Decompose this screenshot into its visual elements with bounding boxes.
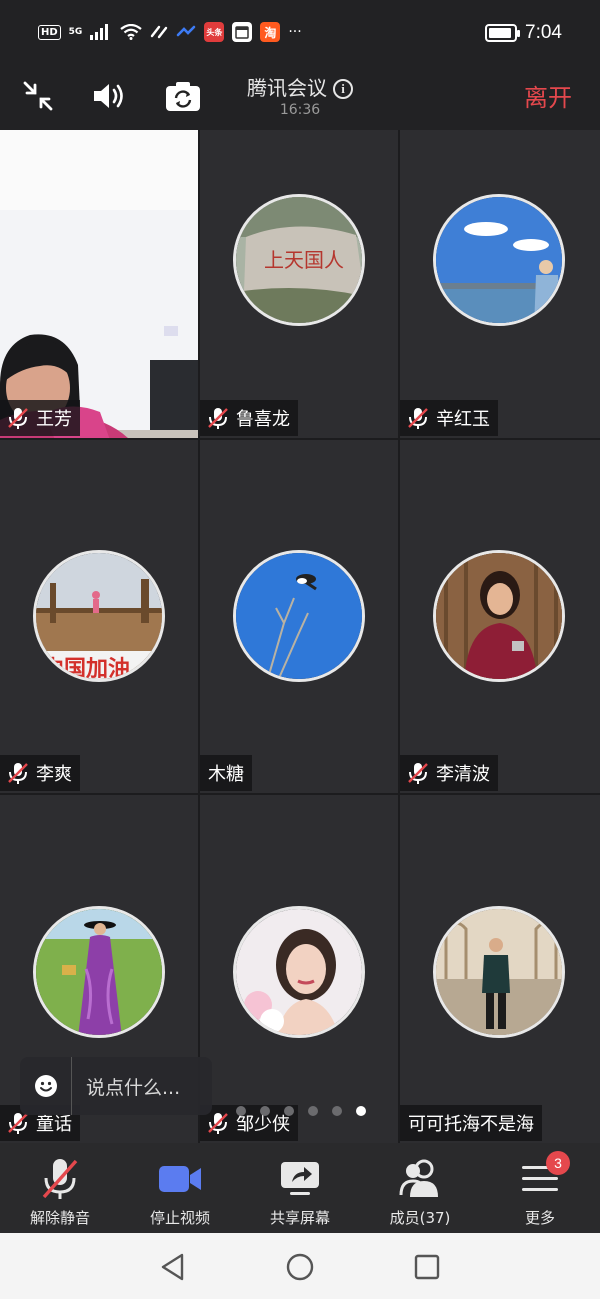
unmute-button[interactable]: 解除静音 [0,1143,120,1233]
video-camera-icon [158,1157,202,1201]
chat-input[interactable]: 说点什么... [20,1057,212,1115]
mic-muted-icon [6,406,30,430]
recents-icon [414,1254,440,1280]
clock: 7:04 [525,22,562,43]
more-button[interactable]: 3 更多 [480,1143,600,1233]
mic-muted-icon [6,761,30,785]
home-button[interactable] [285,1252,315,1282]
participant-name-tag: 鲁喜龙 [200,400,298,436]
participant-tile[interactable]: 上天国人 鲁喜龙 [200,130,400,440]
calendar-app-icon [232,22,253,42]
participant-name-tag: 辛红玉 [400,400,498,436]
portrait-avatar [233,906,365,1038]
network-type: 5G [68,26,83,37]
avatar-caption: 中国加油 [42,657,130,682]
participant-grid: 王芳 上天国人 鲁喜龙 辛红玉 中国加油 李爽 木糖 李清波 童话 邹少侠 可可… [0,130,600,1143]
video-frame-person [0,130,198,438]
wifi-icon [120,24,143,40]
link-icon [151,25,168,39]
woman-red-avatar [433,550,565,682]
participant-name: 木糖 [208,764,244,785]
page-dot[interactable] [308,1106,318,1116]
participant-tile[interactable]: 木糖 [200,440,400,795]
status-right: 7:04 [485,22,562,44]
stop-video-label: 停止视频 [149,1209,210,1227]
lake-avatar [433,194,565,326]
participant-name-tag: 木糖 [200,755,252,791]
meeting-title-text: 腾讯会议 [247,76,327,100]
man-hall-avatar [433,906,565,1038]
page-dot[interactable] [332,1106,342,1116]
chat-placeholder: 说点什么... [86,1076,181,1099]
hd-indicator: HD [38,24,61,40]
meeting-header: 腾讯会议 i 16:36 离开 [0,68,600,130]
bird-avatar [233,550,365,682]
participant-name: 李爽 [36,764,72,785]
members-label: 成员(37) [389,1209,451,1227]
camera-video [0,130,198,438]
mic-muted-icon [206,406,230,430]
emoji-icon [34,1075,57,1097]
recents-button[interactable] [412,1252,442,1282]
purple-dress-avatar [33,906,165,1038]
participant-name: 辛红玉 [436,409,490,430]
participant-tile[interactable]: 辛红玉 [400,130,600,440]
members-button[interactable]: 成员(37) [360,1143,480,1233]
mic-muted-icon [406,761,430,785]
signal-icon [90,24,109,40]
cloud-icon [177,25,196,37]
stop-video-button[interactable]: 停止视频 [120,1143,240,1233]
leave-button[interactable]: 离开 [524,78,572,113]
participant-name: 鲁喜龙 [236,409,290,430]
page-indicator[interactable] [236,1106,366,1116]
rock-avatar: 上天国人 [233,194,365,326]
participant-name-tag: 王芳 [0,400,80,436]
system-nav-bar [0,1233,600,1299]
page-dot-active[interactable] [356,1106,366,1116]
toutiao-app-icon: 头条 [204,22,225,42]
members-icon [398,1157,442,1201]
more-label: 更多 [524,1209,555,1227]
info-icon[interactable]: i [333,79,353,99]
participant-name-tag: 可可托海不是海 [400,1105,542,1141]
status-bar: HD 5G 头条 淘 ··· 7:04 [0,0,600,68]
share-screen-button[interactable]: 共享屏幕 [240,1143,360,1233]
back-button[interactable] [158,1252,188,1282]
back-icon [161,1253,184,1281]
participant-tile[interactable]: 中国加油 李爽 [0,440,200,795]
participant-name: 王芳 [36,409,72,430]
page-dot[interactable] [284,1106,294,1116]
page-dot[interactable] [236,1106,246,1116]
mic-muted-icon [206,1111,230,1135]
participant-name: 李清波 [436,764,490,785]
participant-name-tag: 李清波 [400,755,498,791]
battery-level [489,28,511,38]
meeting-title[interactable]: 腾讯会议 i [0,72,600,101]
svg-text:上天国人: 上天国人 [264,248,344,272]
participant-name: 可可托海不是海 [408,1114,534,1135]
battery-icon [485,24,521,42]
meeting-timer: 16:36 [279,102,321,118]
participant-name-tag: 李爽 [0,755,80,791]
emoji-button[interactable] [20,1057,72,1115]
participant-tile[interactable]: 邹少侠 [200,795,400,1143]
taobao-app-icon: 淘 [260,22,281,42]
meeting-toolbar: 解除静音 停止视频 共享屏幕 成员(37) 3 更多 [0,1143,600,1233]
boardwalk-avatar: 中国加油 [33,550,165,682]
participant-tile[interactable]: 可可托海不是海 [400,795,600,1143]
page-dot[interactable] [260,1106,270,1116]
participant-tile[interactable]: 李清波 [400,440,600,795]
notification-badge: 3 [546,1151,570,1175]
meeting-screen: HD 5G 头条 淘 ··· 7:04 腾讯会议 i 16:36 离开 王芳 上… [0,0,600,1299]
participant-tile[interactable]: 王芳 [0,130,200,440]
share-screen-icon [278,1157,322,1201]
mic-muted-icon [38,1157,82,1201]
mic-muted-icon [406,406,430,430]
status-left: HD 5G 头条 淘 ··· [38,22,302,42]
unmute-label: 解除静音 [29,1209,90,1227]
home-icon [286,1253,314,1281]
share-screen-label: 共享屏幕 [269,1209,330,1227]
more-notifications: ··· [288,24,302,40]
